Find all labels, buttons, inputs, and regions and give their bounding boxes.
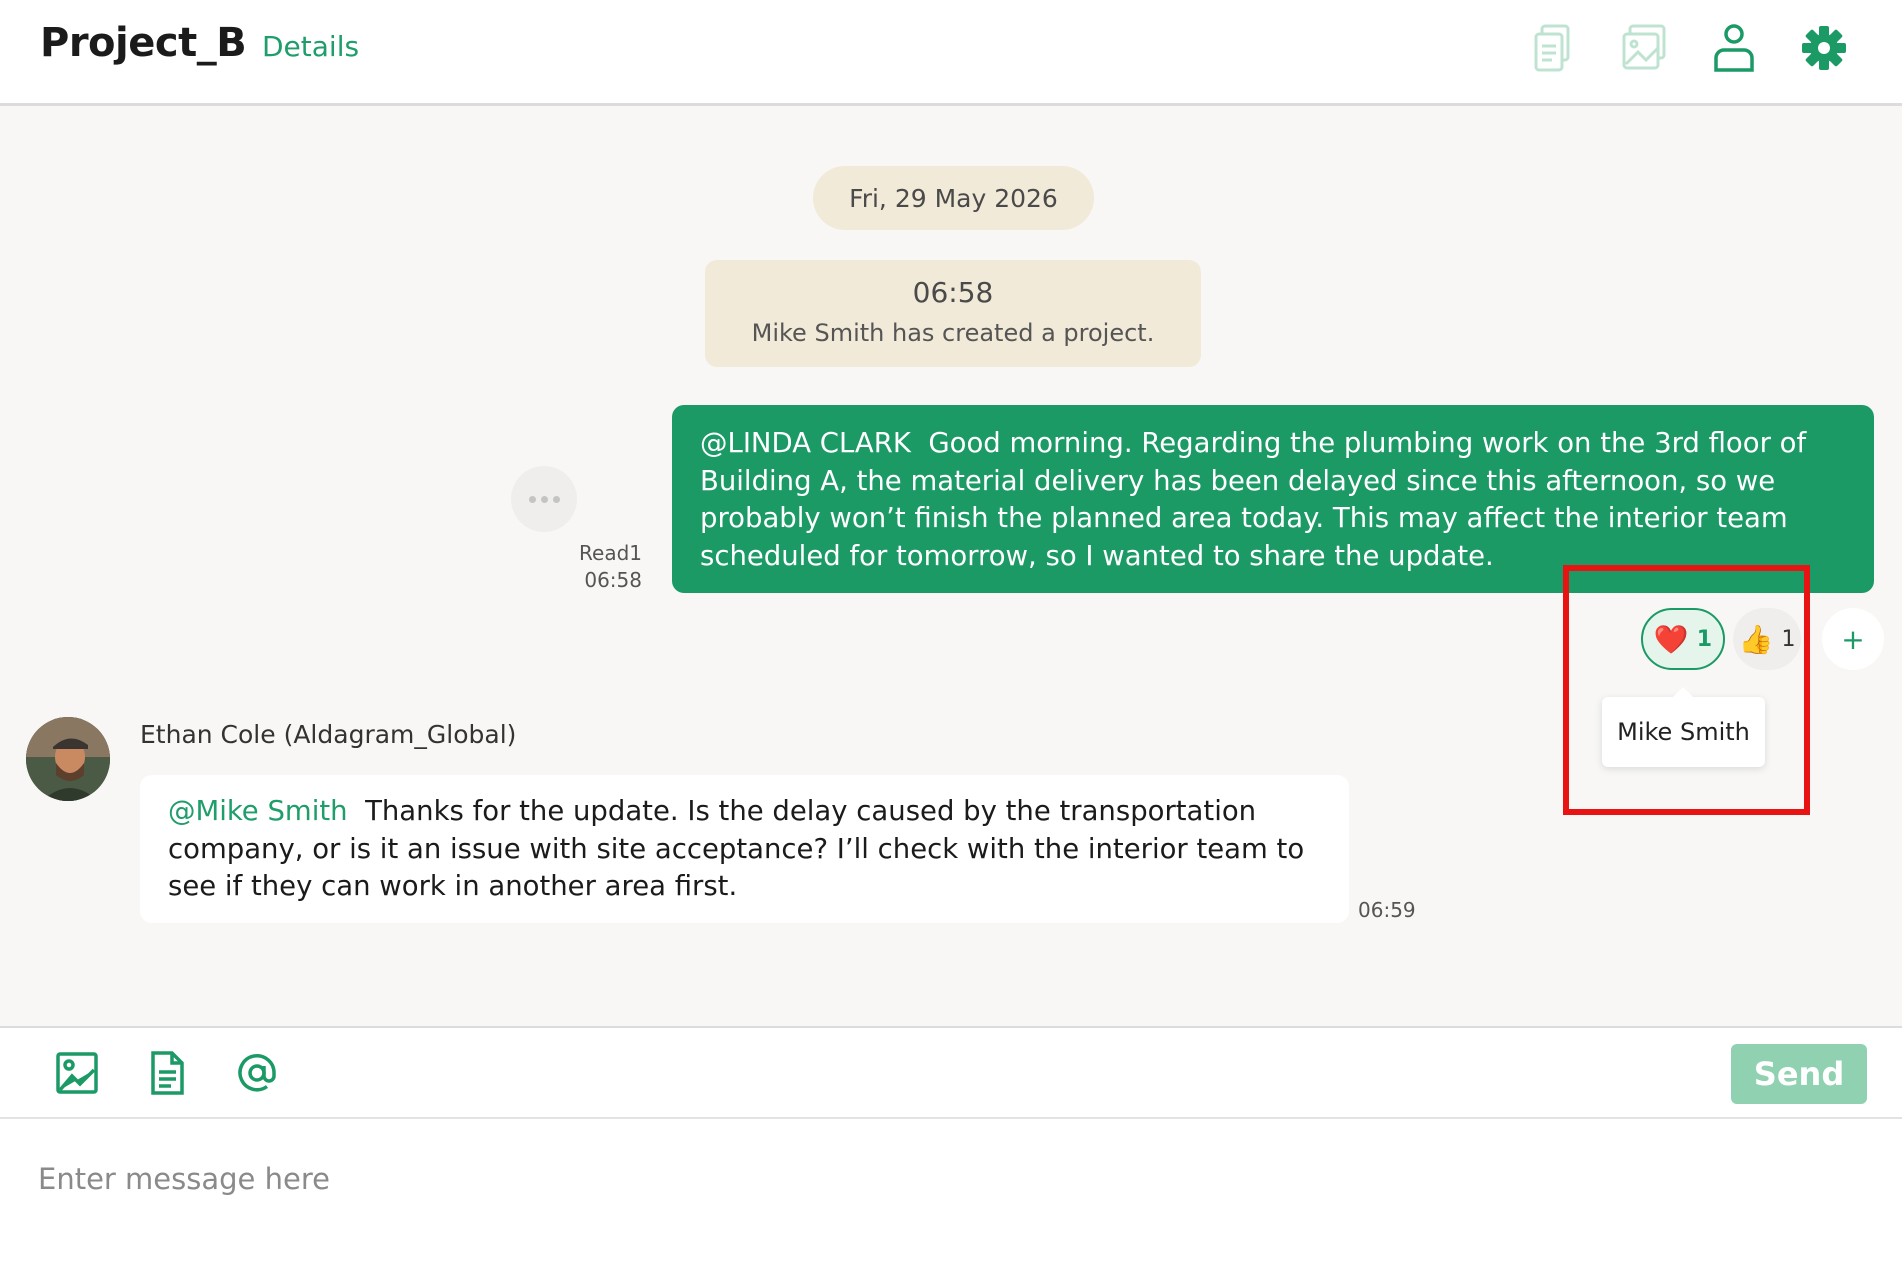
dot-icon xyxy=(552,495,560,503)
my-message-time: 06:58 xyxy=(584,568,642,592)
my-message-bubble[interactable]: @LINDA CLARK Good morning. Regarding the… xyxy=(672,405,1874,593)
reaction-tooltip: Mike Smith xyxy=(1602,687,1765,767)
mention-tag[interactable]: @LINDA CLARK xyxy=(700,427,911,459)
avatar[interactable] xyxy=(26,717,110,801)
sender-name: Ethan Cole (Aldagram_Global) xyxy=(140,720,517,749)
other-message-time: 06:59 xyxy=(1358,898,1416,922)
other-message-bubble[interactable]: @Mike Smith Thanks for the update. Is th… xyxy=(140,775,1349,923)
heart-icon: ❤️ xyxy=(1653,622,1689,656)
my-message-meta: Read1 06:58 xyxy=(560,540,642,594)
system-message: 06:58 Mike Smith has created a project. xyxy=(705,260,1201,367)
images-icon[interactable] xyxy=(1616,20,1672,76)
project-title: Project_B xyxy=(40,20,247,66)
reaction-heart-button[interactable]: ❤️ 1 xyxy=(1641,608,1725,670)
file-icon[interactable] xyxy=(144,1050,190,1096)
header-bar: Project_B Details xyxy=(0,0,1902,106)
send-button[interactable]: Send xyxy=(1731,1044,1867,1104)
thumbs-up-icon: 👍 xyxy=(1738,622,1774,656)
read-receipt: Read1 xyxy=(579,541,642,565)
more-options-button[interactable] xyxy=(511,466,577,532)
message-input-area xyxy=(0,1119,1902,1282)
files-icon[interactable] xyxy=(1526,20,1582,76)
mention-icon[interactable] xyxy=(234,1050,280,1096)
members-icon[interactable] xyxy=(1706,20,1762,76)
dot-icon xyxy=(540,495,548,503)
composer-toolbar: Send xyxy=(0,1026,1902,1119)
add-reaction-button[interactable]: + xyxy=(1822,608,1884,670)
dot-icon xyxy=(528,495,536,503)
mention-tag[interactable]: @Mike Smith xyxy=(168,795,348,827)
details-link[interactable]: Details xyxy=(262,30,359,63)
system-message-text: Mike Smith has created a project. xyxy=(751,319,1155,347)
reaction-count: 1 xyxy=(1781,626,1796,652)
settings-icon[interactable] xyxy=(1796,20,1852,76)
message-input[interactable] xyxy=(38,1149,1858,1209)
reaction-thumbs-up-button[interactable]: 👍 1 xyxy=(1733,608,1801,670)
system-message-time: 06:58 xyxy=(912,276,994,309)
image-icon[interactable] xyxy=(54,1050,100,1096)
date-divider: Fri, 29 May 2026 xyxy=(813,166,1094,230)
reaction-count: 1 xyxy=(1696,626,1713,652)
